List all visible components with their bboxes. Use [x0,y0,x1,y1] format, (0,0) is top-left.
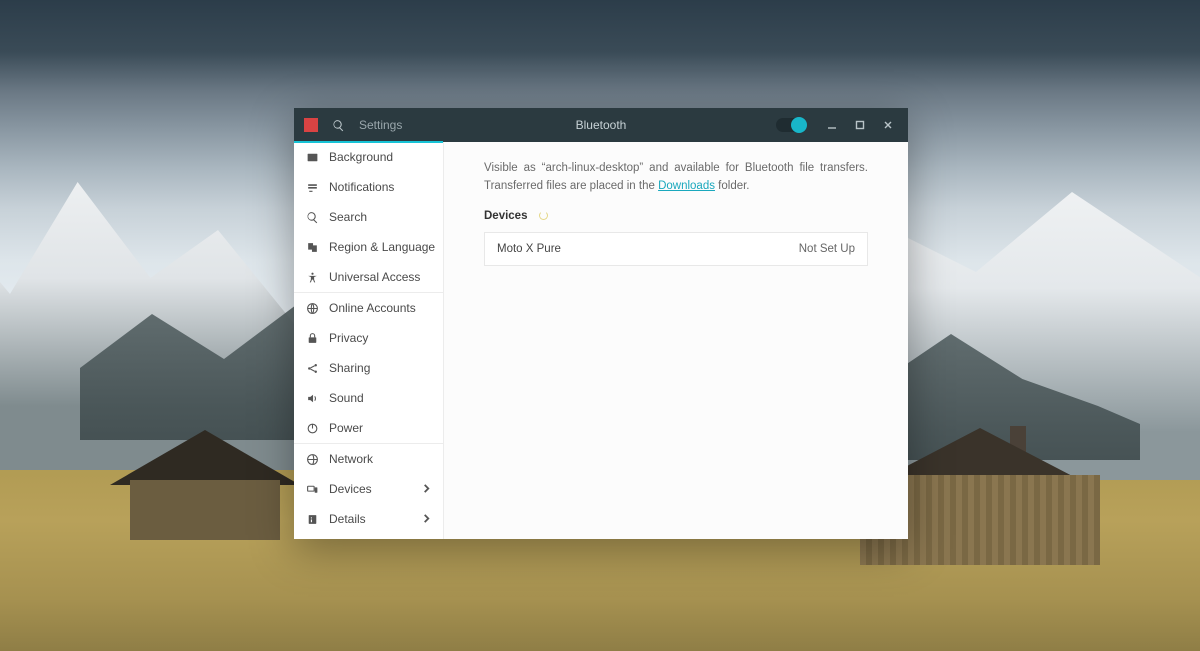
sidebar-item-label: Universal Access [329,270,431,284]
settings-window: Settings Bluetooth Background Notificati… [294,108,908,539]
devices-list: Moto X Pure Not Set Up [484,232,868,266]
search-icon [306,211,319,224]
device-status: Not Set Up [799,243,855,255]
sidebar-item-label: Power [329,421,431,435]
accessibility-icon [306,271,319,284]
sidebar-item-power[interactable]: Power [294,413,443,443]
window-title: Settings [359,118,402,132]
sidebar-item-network[interactable]: Network [294,444,443,474]
background-icon [306,151,319,164]
online-accounts-icon [306,302,319,315]
desc-text: folder. [715,180,750,192]
sidebar-item-search[interactable]: Search [294,202,443,232]
desktop-wallpaper: Settings Bluetooth Background Notificati… [0,0,1200,651]
sidebar-item-online-accounts[interactable]: Online Accounts [294,293,443,323]
titlebar[interactable]: Settings Bluetooth [294,108,908,142]
region-icon [306,241,319,254]
close-button[interactable] [874,108,902,142]
bluetooth-toggle[interactable] [776,118,806,132]
devices-icon [306,483,319,496]
sidebar-item-label: Search [329,210,431,224]
chevron-right-icon [422,482,431,496]
app-icon [304,118,318,132]
sidebar-item-region-language[interactable]: Region & Language [294,232,443,262]
sidebar-item-notifications[interactable]: Notifications [294,172,443,202]
downloads-link[interactable]: Downloads [658,180,715,192]
sidebar-item-label: Privacy [329,331,431,345]
sidebar-item-label: Sharing [329,361,431,375]
wallpaper-cabin [120,430,300,550]
sidebar-item-sound[interactable]: Sound [294,383,443,413]
devices-heading: Devices [484,210,527,222]
maximize-button[interactable] [846,108,874,142]
sidebar-item-label: Background [329,150,431,164]
chevron-right-icon [422,512,431,526]
bluetooth-panel: Visible as “arch-linux-desktop” and avai… [444,142,908,539]
sidebar-item-devices[interactable]: Devices [294,474,443,504]
scanning-spinner-icon [539,211,548,220]
sidebar-item-universal-access[interactable]: Universal Access [294,262,443,292]
privacy-icon [306,332,319,345]
sidebar-item-label: Devices [329,482,412,496]
sidebar-item-privacy[interactable]: Privacy [294,323,443,353]
sidebar-item-background[interactable]: Background [294,142,443,172]
network-icon [306,453,319,466]
power-icon [306,422,319,435]
sidebar-item-label: Notifications [329,180,431,194]
sidebar-item-label: Region & Language [329,240,435,254]
sidebar-item-label: Details [329,512,412,526]
sidebar-item-label: Sound [329,391,431,405]
bluetooth-description: Visible as “arch-linux-desktop” and avai… [484,160,868,196]
device-row[interactable]: Moto X Pure Not Set Up [485,233,867,265]
sidebar-item-label: Network [329,452,431,466]
notifications-icon [306,181,319,194]
minimize-button[interactable] [818,108,846,142]
sidebar-item-label: Online Accounts [329,301,431,315]
sidebar-item-details[interactable]: Details [294,504,443,534]
details-icon [306,513,319,526]
settings-sidebar: Background Notifications Search Region &… [294,142,444,539]
sidebar-item-sharing[interactable]: Sharing [294,353,443,383]
search-icon[interactable] [332,119,345,132]
device-name: Moto X Pure [497,243,561,255]
sharing-icon [306,362,319,375]
sound-icon [306,392,319,405]
